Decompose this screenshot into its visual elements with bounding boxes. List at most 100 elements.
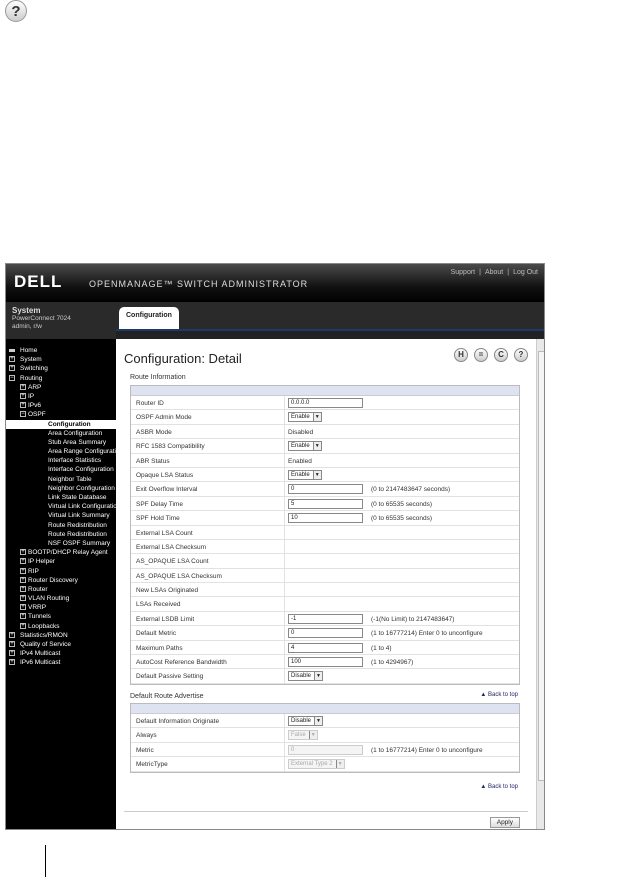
nav-item[interactable]: + VRRP [6,603,116,612]
text-input[interactable]: 10 [288,513,363,524]
nav-item[interactable]: + Statistics/RMON [6,631,116,640]
back-to-top-link[interactable]: ▲ Back to top [480,692,518,698]
nav-item[interactable]: + Router Discovery [6,576,116,585]
support-link[interactable]: Support [451,269,476,276]
nav-item[interactable]: + Quality of Service [6,640,116,649]
refresh-icon[interactable]: C [494,348,508,362]
text-input[interactable]: 5 [288,498,363,509]
nav-item[interactable]: Stub Area Summary [6,438,116,447]
dropdown[interactable]: Enable ▼ [288,469,322,480]
expand-icon[interactable]: + [20,595,26,602]
expand-icon[interactable]: + [20,558,26,565]
expand-icon[interactable]: + [20,567,26,574]
table-row: AutoCost Reference Bandwidth 100 (1 to 429… [131,655,519,670]
nav-item[interactable]: + IPv6 Multicast [6,658,116,667]
scroll-thumb[interactable] [538,351,544,781]
expand-icon[interactable]: + [9,650,15,657]
nav-item[interactable]: Area Configuration [6,429,116,438]
nav-item-label: Switching [20,365,48,373]
nav-item[interactable]: Route Redistribution [6,530,116,539]
text-input: 0 [288,744,363,755]
nav-item[interactable]: Route Redistribution [6,521,116,530]
nav-item-label: IPv6 [28,402,42,410]
tab-configuration[interactable]: Configuration [119,307,179,329]
dropdown-value: Disable [291,718,312,724]
dropdown-value: Disable [291,673,312,680]
nav-item[interactable]: − OSPF [6,410,116,419]
nav-item[interactable]: + ARP [6,383,116,392]
expand-icon[interactable]: + [20,604,26,611]
dropdown[interactable]: Enable ▼ [288,441,322,452]
expand-icon[interactable]: + [20,622,26,629]
row-label: Exit Overflow Interval [136,486,198,494]
expand-icon[interactable]: + [20,576,26,583]
table-row: Maximum Paths 4 (1 to 4) [131,640,519,656]
expand-icon[interactable]: + [9,631,15,638]
table-row: Always False ▼ [131,728,519,743]
nav-item[interactable]: Link State Database [6,493,116,502]
nav-item[interactable]: Neighbor Configuration [6,484,116,493]
save-icon[interactable]: H [454,348,468,362]
text-input[interactable]: 100 [288,657,363,668]
collapse-icon[interactable]: − [9,374,15,381]
expand-icon[interactable]: + [20,383,26,390]
nav-item[interactable]: Area Range Configuration [6,447,116,456]
nav-item[interactable]: Home [6,346,116,355]
nav-item[interactable]: + IPv6 [6,401,116,410]
nav-item[interactable]: + IP [6,392,116,401]
range-hint: (1 to 4) [371,644,392,652]
help-icon[interactable]: ? [514,348,528,362]
nav-item[interactable]: + Loopbacks [6,622,116,631]
chevron-down-icon: ▼ [312,413,321,422]
nav-item[interactable]: Virtual Link Summary [6,511,116,520]
nav-item[interactable]: Configuration [6,419,116,429]
nav-item[interactable]: Virtual Link Configuration [6,502,116,511]
dell-logo: DELL [14,272,63,291]
nav-item[interactable]: + RIP [6,567,116,576]
expand-icon[interactable]: + [9,659,15,666]
cell-divider [284,728,285,742]
table-row: Router ID 0.0.0.0 [131,396,519,411]
route-information-table: Router ID 0.0.0.0 OSPF Admin Mode Enable ▼ AS… [130,385,520,685]
dropdown[interactable]: Disable ▼ [288,671,324,682]
dropdown[interactable]: Enable ▼ [288,412,322,423]
nav-item[interactable]: + Switching [6,364,116,373]
expand-icon[interactable]: + [9,365,15,372]
text-input[interactable]: -1 [288,613,363,624]
logout-link[interactable]: Log Out [513,269,538,276]
row-label: AS_OPAQUE LSA Checksum [136,572,222,580]
text-input[interactable]: 4 [288,642,363,653]
expand-icon[interactable]: + [20,392,26,399]
text-input[interactable]: 0.0.0.0 [288,398,363,408]
apply-button[interactable]: Apply [489,817,520,828]
nav-item[interactable]: + Tunnels [6,612,116,621]
nav-item[interactable]: + System [6,355,116,364]
cell-divider [284,539,285,554]
nav-item[interactable]: + IP Helper [6,557,116,566]
text-input[interactable]: 0 [288,628,363,639]
nav-item[interactable]: + Router [6,585,116,594]
about-link[interactable]: About [485,269,503,276]
page-title: Configuration: Detail [124,351,242,366]
range-hint: (-1(No Limit) to 2147483647) [371,615,455,623]
collapse-icon[interactable]: − [20,411,26,418]
expand-icon[interactable]: + [20,585,26,592]
back-to-top-link[interactable]: ▲ Back to top [480,784,518,790]
nav-item[interactable]: − Routing [6,374,116,383]
print-icon[interactable]: = [474,348,488,362]
expand-icon[interactable]: + [20,402,26,409]
nav-item[interactable]: Interface Statistics [6,456,116,465]
expand-icon[interactable]: + [20,549,26,556]
nav-item[interactable]: + IPv4 Multicast [6,649,116,658]
nav-item[interactable]: Neighbor Table [6,475,116,484]
expand-icon[interactable]: + [20,613,26,620]
text-input[interactable]: 0 [288,484,363,495]
nav-item[interactable]: Interface Configuration [6,465,116,474]
dropdown[interactable]: Disable ▼ [288,716,324,726]
vertical-scrollbar[interactable] [536,339,544,829]
expand-icon[interactable]: + [9,641,15,647]
nav-item[interactable]: + BOOTP/DHCP Relay Agent [6,548,116,557]
nav-item[interactable]: + VLAN Routing [6,594,116,603]
nav-item[interactable]: NSF OSPF Summary [6,539,116,548]
expand-icon[interactable]: + [9,356,15,363]
